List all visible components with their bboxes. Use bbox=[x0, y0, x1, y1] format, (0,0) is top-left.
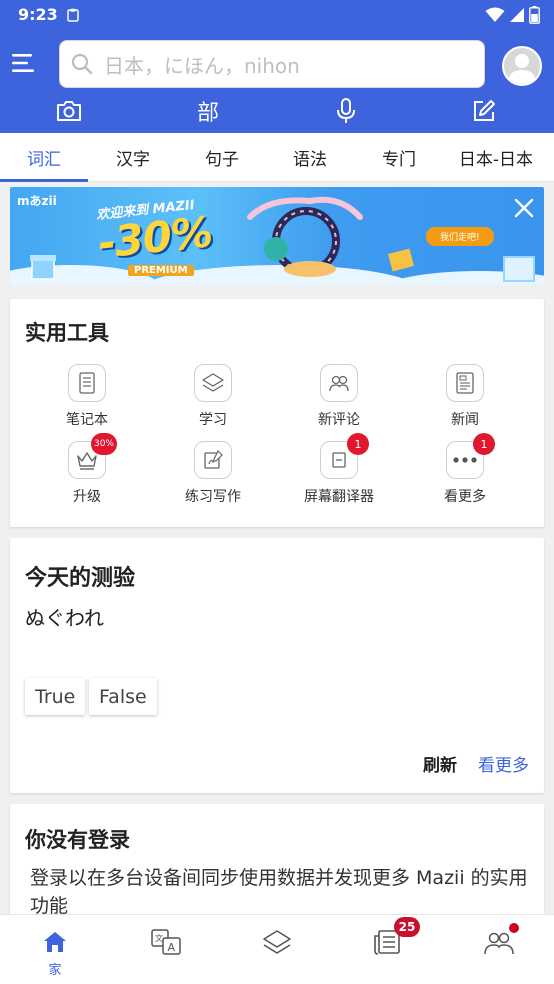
tools-card-title: 实用工具 bbox=[25, 321, 109, 345]
community-icon bbox=[483, 923, 519, 957]
tool-new-comments[interactable]: 新评论 bbox=[284, 364, 394, 429]
clipboard-notification-icon bbox=[66, 7, 80, 22]
tool-study[interactable]: 学习 bbox=[158, 364, 268, 429]
battery-icon bbox=[529, 6, 540, 28]
more-dots-icon: 1 bbox=[446, 433, 495, 479]
edit-pencil-icon bbox=[474, 100, 495, 121]
voice-search-button[interactable] bbox=[329, 94, 363, 128]
user-avatar-icon bbox=[508, 54, 536, 84]
hamburger-menu-icon bbox=[12, 53, 38, 77]
layers-icon bbox=[194, 364, 232, 402]
nav-home[interactable]: 家 bbox=[15, 915, 95, 984]
tab-grammar[interactable]: 语法 bbox=[266, 133, 354, 182]
nav-translate[interactable]: A文 bbox=[126, 915, 206, 984]
layers-icon bbox=[261, 927, 293, 957]
tool-news[interactable]: 新闻 bbox=[410, 364, 520, 429]
tool-writing-practice[interactable]: 练习写作 bbox=[158, 441, 268, 506]
community-icon bbox=[320, 364, 358, 402]
nav-study[interactable] bbox=[237, 915, 317, 984]
status-bar: 9:23 bbox=[0, 0, 554, 30]
screen-translator-badge: 1 bbox=[347, 433, 369, 455]
search-input[interactable]: 日本，にほん，nihon bbox=[59, 40, 485, 88]
see-more-badge: 1 bbox=[473, 433, 495, 455]
menu-button[interactable] bbox=[10, 50, 40, 80]
crown-icon: 30% bbox=[68, 433, 117, 479]
tool-label: 看更多 bbox=[444, 489, 486, 505]
mazii-logo: mあzii bbox=[17, 194, 57, 208]
writing-icon bbox=[194, 441, 232, 479]
tool-label: 新评论 bbox=[318, 412, 360, 428]
camera-search-button[interactable] bbox=[52, 94, 86, 128]
radical-search-button[interactable]: 部 bbox=[191, 94, 225, 128]
tool-upgrade[interactable]: 30% 升级 bbox=[32, 433, 142, 506]
avatar[interactable] bbox=[502, 46, 542, 86]
login-card-title: 你没有登录 bbox=[25, 828, 130, 852]
news-icon bbox=[446, 364, 484, 402]
nav-home-label: 家 bbox=[48, 963, 62, 978]
news-count-badge: 25 bbox=[394, 917, 420, 937]
banner-cta-button[interactable]: 我们走吧! bbox=[426, 227, 494, 246]
translate-icon: A文 bbox=[150, 927, 182, 957]
tool-label: 练习写作 bbox=[185, 489, 241, 505]
tool-label: 升级 bbox=[73, 489, 101, 505]
status-time: 9:23 bbox=[18, 5, 58, 24]
answer-true-button[interactable]: True bbox=[25, 678, 86, 715]
nav-community[interactable] bbox=[459, 915, 539, 984]
tool-screen-translator[interactable]: 1 屏幕翻译器 bbox=[284, 433, 394, 506]
active-tab-indicator bbox=[0, 179, 88, 182]
status-icons bbox=[485, 6, 540, 28]
tool-label: 屏幕翻译器 bbox=[304, 489, 374, 505]
upgrade-discount-badge: 30% bbox=[90, 433, 117, 455]
promo-banner[interactable]: mあzii 欢迎来到 MAZII -30% PREMIUM 我们走吧! bbox=[10, 187, 544, 285]
app-header: 日本，にほん，nihon 部 bbox=[0, 30, 554, 133]
tool-label: 新闻 bbox=[451, 412, 479, 428]
screen-translate-icon: 1 bbox=[320, 433, 369, 479]
banner-premium-label: PREMIUM bbox=[128, 265, 194, 276]
close-icon bbox=[514, 198, 534, 218]
search-placeholder: 日本，にほん，nihon bbox=[104, 53, 300, 78]
home-icon bbox=[39, 927, 71, 957]
tab-specialized[interactable]: 专门 bbox=[354, 133, 444, 182]
tool-label: 学习 bbox=[199, 412, 227, 428]
tab-sentences[interactable]: 句子 bbox=[178, 133, 266, 182]
svg-text:文: 文 bbox=[155, 933, 163, 943]
tool-label: 笔记本 bbox=[66, 412, 108, 428]
community-notification-dot bbox=[509, 923, 519, 933]
tool-see-more[interactable]: 1 看更多 bbox=[410, 433, 520, 506]
daily-quiz-card: 今天的测验 ぬぐわれ True False 刷新 看更多 bbox=[10, 538, 544, 793]
tab-kanji[interactable]: 汉字 bbox=[88, 133, 178, 182]
input-tools-row: 部 bbox=[0, 94, 554, 128]
quiz-word: ぬぐわれ bbox=[25, 606, 104, 630]
tab-japanese-japanese[interactable]: 日本-日本 bbox=[444, 133, 548, 182]
answer-false-button[interactable]: False bbox=[89, 678, 157, 715]
quiz-card-title: 今天的测验 bbox=[25, 566, 136, 591]
camera-icon bbox=[57, 101, 81, 121]
notebook-icon bbox=[68, 364, 106, 402]
utility-tools-card: 实用工具 笔记本 学习 新评论 新闻 30% 升级 练习写作 1 屏幕翻译器 1… bbox=[10, 299, 544, 527]
microphone-icon bbox=[337, 98, 355, 123]
wifi-icon bbox=[485, 7, 505, 27]
handwriting-button[interactable] bbox=[467, 94, 501, 128]
search-icon bbox=[70, 52, 94, 76]
login-description: 登录以在多台设备间同步使用数据并发现更多 Mazii 的实用功能 bbox=[30, 867, 528, 917]
bottom-navigation: 家 A文 25 bbox=[0, 914, 554, 984]
nav-news[interactable]: 25 bbox=[348, 915, 428, 984]
signal-icon bbox=[509, 7, 525, 27]
banner-close-button[interactable] bbox=[510, 194, 538, 222]
search-type-tabs: 词汇 汉字 句子 语法 专门 日本-日本 bbox=[0, 133, 554, 182]
tool-notebook[interactable]: 笔记本 bbox=[32, 364, 142, 429]
news-icon: 25 bbox=[372, 917, 420, 957]
svg-text:A: A bbox=[168, 941, 176, 954]
quiz-see-more-link[interactable]: 看更多 bbox=[478, 751, 529, 776]
tab-vocabulary[interactable]: 词汇 bbox=[0, 133, 88, 182]
quiz-refresh-button[interactable]: 刷新 bbox=[423, 751, 457, 776]
